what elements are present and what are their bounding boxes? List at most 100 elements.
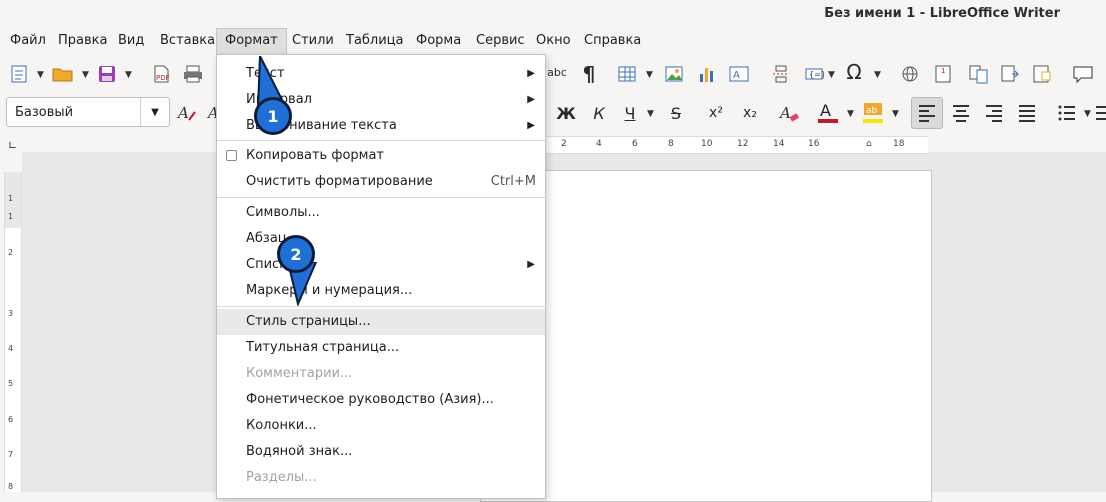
tab-stop-icon[interactable]: ∟	[8, 139, 17, 152]
highlight-dropdown-icon[interactable]: ▼	[892, 109, 899, 119]
insert-textbox-icon[interactable]: A	[726, 61, 752, 87]
bold-button[interactable]: Ж	[553, 100, 579, 126]
hyperlink-icon[interactable]	[897, 61, 923, 87]
document-page[interactable]	[480, 170, 932, 502]
new-dropdown-icon[interactable]: ▼	[37, 70, 44, 80]
insert-page-break-icon[interactable]	[768, 61, 794, 87]
menu-item-character[interactable]: Символы...	[217, 200, 545, 226]
clear-formatting-icon[interactable]: A	[776, 100, 802, 126]
underline-dropdown-icon[interactable]: ▼	[647, 109, 654, 119]
save-dropdown-icon[interactable]: ▼	[125, 70, 132, 80]
print-icon[interactable]	[180, 61, 206, 87]
menu-table[interactable]: Таблица	[338, 28, 412, 54]
menu-help[interactable]: Справка	[576, 28, 649, 54]
insert-chart-icon[interactable]	[694, 61, 720, 87]
menu-item-clear-formatting[interactable]: Очистить форматирование Ctrl+M	[217, 169, 545, 195]
bookmark-icon[interactable]	[1030, 61, 1056, 87]
ruler-mark: 16	[808, 139, 820, 149]
spellcheck-icon[interactable]: abc	[544, 59, 570, 85]
formatting-marks-icon[interactable]: ¶	[576, 61, 602, 87]
svg-text:{=}: {=}	[809, 70, 824, 79]
italic-button[interactable]: К	[586, 100, 612, 126]
ruler-mark: 2	[8, 248, 14, 257]
menu-item-label: Стиль страницы...	[246, 314, 371, 329]
align-left-button[interactable]	[911, 97, 943, 129]
subscript-button[interactable]: x₂	[737, 100, 763, 126]
table-dropdown-icon[interactable]: ▼	[646, 70, 653, 80]
submenu-arrow-icon: ▶	[527, 94, 535, 105]
svg-text:ab: ab	[866, 106, 878, 116]
bullet-dropdown-icon[interactable]: ▼	[1084, 109, 1091, 119]
svg-text:1: 1	[941, 67, 945, 75]
bullet-list-icon[interactable]	[1054, 100, 1080, 126]
menu-form[interactable]: Форма	[408, 28, 469, 54]
menu-view[interactable]: Вид	[110, 28, 152, 54]
menu-item-asian-phonetic-guide[interactable]: Фонетическое руководство (Азия)...	[217, 387, 545, 413]
strike-label: S	[670, 103, 682, 123]
font-color-dropdown-icon[interactable]: ▼	[847, 109, 854, 119]
menu-item-paragraph[interactable]: Абзац...	[217, 226, 545, 252]
comment-icon[interactable]	[1070, 61, 1096, 87]
menu-item-comments[interactable]: Комментарии...	[217, 361, 545, 387]
menu-separator	[217, 140, 545, 141]
ruler-mark: 7	[8, 450, 14, 459]
marker-2-number: 2	[290, 244, 302, 264]
endnote-icon[interactable]	[966, 61, 992, 87]
insert-image-icon[interactable]	[661, 61, 687, 87]
superscript-button[interactable]: x²	[703, 100, 729, 126]
menu-item-title-page[interactable]: Титульная страница...	[217, 335, 545, 361]
save-icon[interactable]	[94, 61, 120, 87]
menu-item-clone-formatting[interactable]: Копировать формат	[217, 143, 545, 169]
menu-format[interactable]: Формат	[216, 28, 287, 54]
menu-insert[interactable]: Вставка	[152, 28, 223, 54]
open-folder-icon[interactable]	[50, 61, 76, 87]
ruler-mark: 18	[893, 139, 905, 149]
menu-edit[interactable]: Правка	[50, 28, 115, 54]
menu-item-lists[interactable]: Списки ▶	[217, 252, 545, 278]
ruler-mark: 4	[8, 344, 14, 353]
align-right-button[interactable]	[981, 100, 1007, 126]
paragraph-style-value[interactable]: Базовый	[15, 105, 73, 120]
insert-field-icon[interactable]: {=}	[801, 61, 827, 87]
menu-styles[interactable]: Стили	[284, 28, 342, 54]
horizontal-ruler[interactable]: 2 4 6 8 10 12 14 16 ⌂ 18	[545, 136, 928, 154]
menu-item-bullets-numbering[interactable]: Маркеры и нумерация...	[217, 278, 545, 304]
open-dropdown-icon[interactable]: ▼	[82, 70, 89, 80]
menu-item-watermark[interactable]: Водяной знак...	[217, 439, 545, 465]
vertical-ruler[interactable]: 1 1 2 3 4 5 6 7 8	[4, 172, 22, 492]
menu-tools[interactable]: Сервис	[468, 28, 533, 54]
menu-separator	[217, 306, 545, 307]
cross-reference-icon[interactable]	[998, 61, 1024, 87]
numbered-list-icon[interactable]	[1094, 100, 1106, 126]
right-indent-icon[interactable]: ⌂	[866, 139, 872, 149]
justify-button[interactable]	[1014, 100, 1040, 126]
underline-button[interactable]: Ч	[617, 100, 643, 126]
special-character-icon[interactable]: Ω	[841, 59, 867, 85]
ruler-mark: 1	[8, 194, 14, 203]
menu-item-label: Символы...	[246, 205, 320, 220]
menu-file[interactable]: Файл	[2, 28, 54, 54]
footnote-icon[interactable]: 1	[930, 61, 956, 87]
highlight-color-swatch	[863, 119, 883, 123]
strikethrough-button[interactable]: S	[663, 100, 689, 126]
marker-1-number: 1	[267, 106, 279, 126]
insert-table-icon[interactable]	[614, 61, 640, 87]
export-pdf-icon[interactable]: PDF	[148, 61, 174, 87]
highlight-color-icon[interactable]: ab	[860, 100, 886, 126]
menu-item-label: Маркеры и нумерация...	[246, 283, 413, 298]
new-document-icon[interactable]	[6, 61, 32, 87]
align-center-button[interactable]	[948, 100, 974, 126]
submenu-arrow-icon: ▶	[527, 259, 535, 270]
menu-item-sections[interactable]: Разделы...	[217, 465, 545, 491]
ruler-mark: 14	[773, 139, 785, 149]
menu-item-columns[interactable]: Колонки...	[217, 413, 545, 439]
paragraph-style-combobox[interactable]: Базовый ▼	[6, 97, 170, 127]
font-color-icon[interactable]: A	[815, 100, 841, 126]
menu-window[interactable]: Окно	[528, 28, 579, 54]
field-dropdown-icon[interactable]: ▼	[828, 70, 835, 80]
special-char-dropdown-icon[interactable]: ▼	[874, 70, 881, 80]
update-style-icon[interactable]: A	[174, 100, 200, 126]
ruler-mark: 1	[8, 212, 14, 221]
menu-item-page-style[interactable]: Стиль страницы...	[217, 309, 545, 335]
paragraph-style-dropdown-icon[interactable]: ▼	[140, 98, 169, 126]
